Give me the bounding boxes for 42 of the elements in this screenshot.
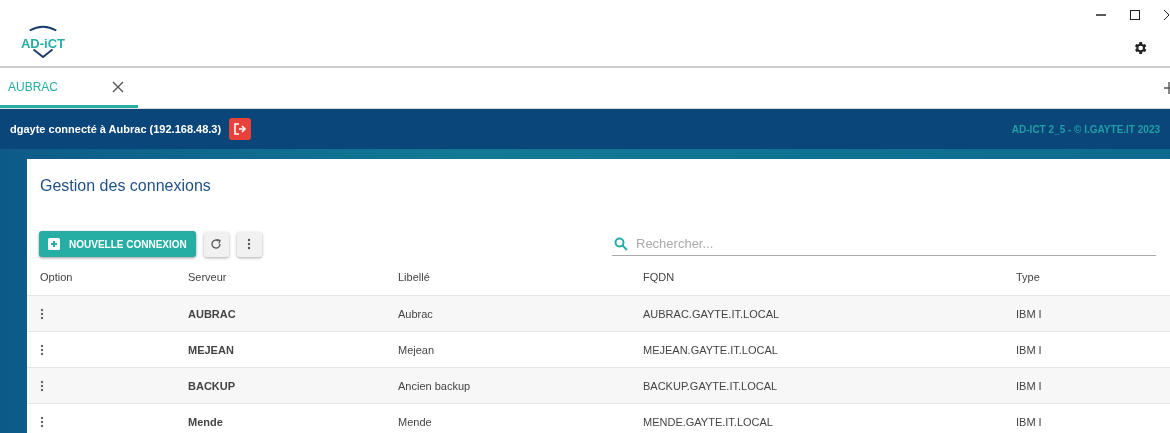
table-cell-text: MEJEAN: [188, 343, 235, 356]
plus-icon: [48, 238, 60, 250]
logout-button[interactable]: [229, 118, 252, 140]
table-cell-text: BACKUP.GAYTE.IT.LOCAL: [643, 379, 779, 392]
row-menu-icon[interactable]: [40, 307, 44, 320]
table-cell-text: Mende: [398, 415, 433, 428]
session-info: dgayte connecté à Aubrac (192.168.48.3): [10, 123, 222, 135]
table-cell-text: MENDE.GAYTE.IT.LOCAL: [643, 415, 774, 428]
table-cell-text: AUBRAC: [188, 307, 237, 320]
table-cell-text: IBM I: [1016, 343, 1043, 356]
column-header: Serveur: [188, 271, 228, 283]
table-cell-text: IBM I: [1016, 415, 1043, 428]
refresh-button[interactable]: [203, 231, 229, 257]
table-cell-text: AUBRAC.GAYTE.IT.LOCAL: [643, 307, 781, 320]
row-menu-icon[interactable]: [40, 379, 44, 392]
column-header: Option: [40, 271, 74, 283]
column-header: Type: [1016, 271, 1041, 283]
logout-icon: [233, 122, 248, 136]
table-cell-text: Ancien backup: [398, 379, 472, 392]
table-cell-text: MEJEAN.GAYTE.IT.LOCAL: [643, 343, 779, 356]
table-cell-text: BACKUP: [188, 379, 237, 392]
add-tab-icon[interactable]: [1164, 82, 1170, 94]
close-tab-icon[interactable]: [112, 80, 124, 93]
maximize-icon[interactable]: [1130, 10, 1140, 20]
table-cell-text: Mejean: [398, 343, 436, 356]
new-connection-button[interactable]: NOUVELLE CONNEXION: [39, 231, 196, 257]
more-icon: [247, 238, 252, 250]
search-icon: [614, 236, 628, 251]
row-menu-icon[interactable]: [40, 415, 44, 428]
column-header: FQDN: [643, 271, 676, 283]
table-cell-text: IBM I: [1016, 307, 1043, 320]
column-header: Libellé: [398, 271, 431, 283]
table-cell-text: IBM I: [1016, 379, 1043, 392]
refresh-icon: [210, 238, 223, 250]
panel-title: Gestion des connexions: [39, 176, 212, 196]
close-icon[interactable]: [1164, 10, 1170, 20]
search-field[interactable]: Rechercher...: [636, 236, 1154, 251]
table-cell-text: Aubrac: [398, 307, 434, 320]
table-cell-text: Mende: [188, 415, 224, 428]
row-menu-icon[interactable]: [40, 343, 44, 356]
settings-icon[interactable]: [1132, 40, 1148, 56]
version-text: AD-ICT 2_5 - © I.GAYTE.IT 2023: [1011, 123, 1160, 135]
